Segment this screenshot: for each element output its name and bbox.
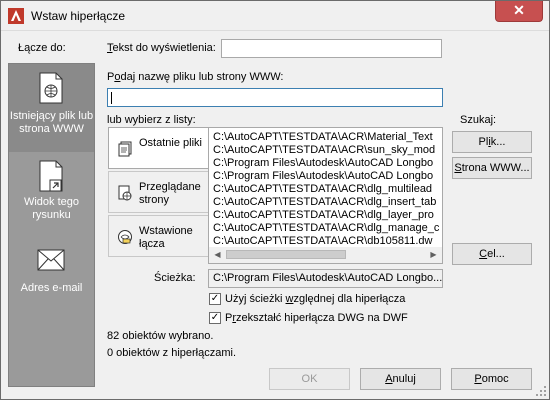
- scroll-left-icon[interactable]: ◀: [209, 247, 226, 263]
- list-horizontal-scrollbar[interactable]: ◀ ▶: [208, 247, 443, 264]
- tab-inserted-links-label: Wstawione łącza: [139, 225, 193, 250]
- document-arrow-icon: [39, 160, 63, 192]
- close-button[interactable]: ✕: [495, 1, 543, 22]
- list-item[interactable]: C:\AutoCAPT\TESTDATA\ACR\dlg_insert_tab: [213, 196, 436, 209]
- convert-dwf-checkbox[interactable]: ✓: [209, 312, 221, 324]
- path-field: C:\Program Files\Autodesk\AutoCAD Longbo…: [208, 269, 443, 288]
- link-type-email[interactable]: Adres e-mail: [9, 240, 94, 300]
- browsed-pages-icon: [118, 185, 132, 201]
- relative-path-label: Użyj ścieżki względnej dla hiperłącza: [225, 293, 405, 305]
- resize-grip-icon[interactable]: [535, 385, 547, 397]
- scroll-right-icon[interactable]: ▶: [425, 247, 442, 263]
- link-type-existing-file[interactable]: Istniejący plik lub strona WWW: [9, 64, 94, 152]
- selected-objects-status: 82 obiektów wybrano.: [107, 330, 214, 342]
- help-label-rest: omoc: [481, 373, 509, 385]
- list-item[interactable]: C:\Program Files\Autodesk\AutoCAD Longbo: [213, 170, 433, 183]
- tab-browsed-pages[interactable]: Przeglądane strony: [108, 171, 208, 213]
- autocad-app-icon: [8, 8, 24, 24]
- browse-file-label-rest: k...: [490, 136, 506, 148]
- filename-label-rest: daj nazwę pliku lub strony WWW:: [120, 71, 284, 83]
- browse-file-label-start: Pl: [478, 136, 489, 148]
- convert-dwf-label: Przekształć hiperłącza DWG na DWF: [225, 312, 408, 324]
- relative-path-label-start: Użyj ścieżki: [225, 293, 286, 305]
- tab-recent-files[interactable]: Ostatnie pliki: [108, 127, 208, 169]
- link-type-email-label: Adres e-mail: [20, 282, 83, 294]
- list-item[interactable]: C:\AutoCAPT\TESTDATA\ACR\Material_Text: [213, 131, 433, 144]
- display-text-label-rest: ekst do wyświetlenia:: [112, 42, 216, 54]
- list-source-tabs: Ostatnie pliki Przeglądane strony Wstawi…: [108, 127, 208, 257]
- link-type-this-drawing[interactable]: Widok tego rysunku: [9, 156, 94, 236]
- help-button[interactable]: Pomoc: [451, 368, 532, 390]
- cancel-label-mnemonic: A: [385, 373, 393, 385]
- tab-recent-files-label: Ostatnie pliki: [139, 137, 202, 149]
- browse-label: Szukaj:: [460, 114, 497, 126]
- title-bar: Wstaw hiperłącze ✕: [1, 1, 549, 31]
- recent-files-list[interactable]: C:\AutoCAPT\TESTDATA\ACR\Material_Text C…: [208, 127, 443, 248]
- envelope-icon: [37, 249, 65, 271]
- relative-path-checkbox[interactable]: ✓: [209, 293, 221, 305]
- browse-web-button[interactable]: Strona WWW...: [452, 157, 532, 179]
- cancel-button[interactable]: Anuluj: [360, 368, 441, 390]
- window-title: Wstaw hiperłącze: [31, 9, 126, 23]
- linked-objects-status: 0 obiektów z hiperłączami.: [107, 347, 237, 359]
- link-type-this-drawing-label: Widok tego rysunku: [23, 196, 80, 221]
- inserted-links-icon: [118, 230, 132, 244]
- tab-inserted-links[interactable]: Wstawione łącza: [108, 215, 208, 257]
- target-label-mnemonic: C: [479, 248, 488, 260]
- convert-dwf-label-rest: zekształć hiperłącza DWG na DWF: [236, 312, 408, 324]
- relative-path-label-rest: zględnej dla hiperłącza: [293, 293, 406, 305]
- list-item[interactable]: C:\AutoCAPT\TESTDATA\ACR\sun_sky_mod: [213, 144, 435, 157]
- tab-browsed-pages-label: Przeglądane strony: [139, 181, 201, 206]
- text-caret: [111, 92, 112, 104]
- browse-web-label-mnemonic: S: [454, 162, 462, 174]
- scrollbar-thumb[interactable]: [226, 250, 346, 259]
- link-type-panel: Istniejący plik lub strona WWW Widok teg…: [8, 63, 95, 387]
- document-globe-icon: [39, 72, 63, 104]
- list-item[interactable]: C:\AutoCAPT\TESTDATA\ACR\dlg_manage_c: [213, 222, 439, 235]
- list-item[interactable]: C:\Program Files\Autodesk\AutoCAD Longbo: [213, 157, 433, 170]
- display-text-label: Tekst do wyświetlenia:: [107, 42, 216, 54]
- target-button[interactable]: Cel...: [452, 243, 532, 265]
- check-icon: ✓: [210, 312, 220, 323]
- display-text-input[interactable]: [221, 39, 442, 58]
- recent-files-icon: [118, 141, 132, 157]
- browse-web-label-rest: trona WWW...: [461, 162, 530, 174]
- insert-hyperlink-dialog: Wstaw hiperłącze ✕ Łącze do: Istniejący …: [0, 0, 550, 400]
- path-label: Ścieżka:: [154, 272, 196, 284]
- close-icon: ✕: [513, 2, 525, 18]
- browse-file-button[interactable]: Plik...: [452, 131, 532, 153]
- target-label-rest: el...: [487, 248, 505, 260]
- cancel-label-rest: nuluj: [392, 373, 416, 385]
- link-type-existing-file-label: Istniejący plik lub strona WWW: [9, 110, 94, 135]
- link-to-label: Łącze do:: [18, 42, 66, 54]
- check-icon: ✓: [210, 293, 220, 304]
- ok-button[interactable]: OK: [269, 368, 350, 390]
- help-label-mnemonic: P: [474, 373, 482, 385]
- filename-label: Podaj nazwę pliku lub strony WWW:: [107, 71, 284, 83]
- list-item[interactable]: C:\AutoCAPT\TESTDATA\ACR\dlg_layer_pro: [213, 209, 434, 222]
- select-from-list-label: lub wybierz z listy:: [107, 114, 196, 126]
- list-item[interactable]: C:\AutoCAPT\TESTDATA\ACR\dlg_multilead: [213, 183, 432, 196]
- filename-input[interactable]: [107, 88, 443, 107]
